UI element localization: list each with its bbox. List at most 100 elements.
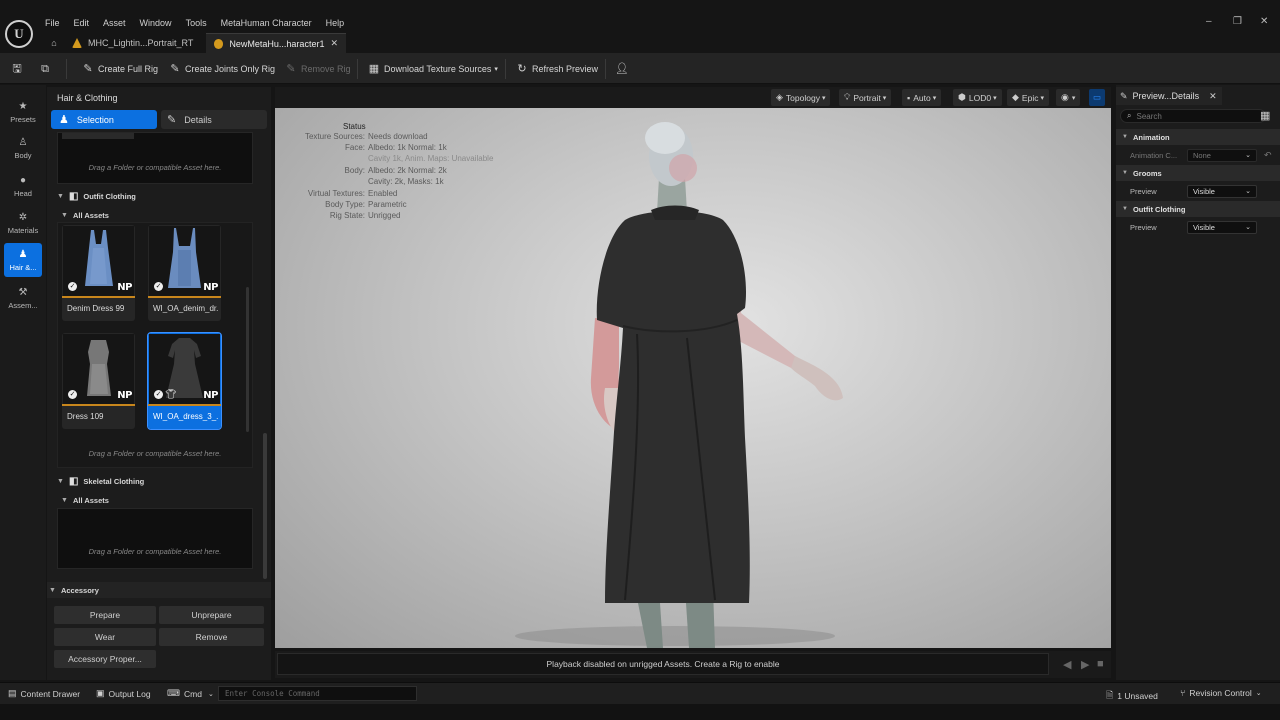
camera-icon: ▪ [907, 92, 911, 103]
sidebar-item-label: Assem... [8, 300, 38, 310]
layout-toggle-icon[interactable]: ▭ [1089, 89, 1105, 106]
output-log-button[interactable]: ▣ Output Log [96, 688, 151, 699]
details-search-input[interactable]: ⌕ Search [1120, 109, 1266, 123]
portrait-dropdown[interactable]: 💡︎ Portrait ▾ [839, 89, 892, 106]
unsaved-file-icon: 🗎︎ [1106, 690, 1114, 700]
asset-tile[interactable]: ✓ NP WI_OA_denim_dr... [148, 225, 221, 321]
3d-viewport[interactable]: Status Texture Sources: Needs download Fa… [275, 108, 1111, 648]
clothing-icon: ◧ [68, 475, 79, 487]
download-texture-sources-button[interactable]: ▦ Download Texture Sources ▾ [368, 60, 498, 77]
asset-tile[interactable]: ✓ NP Denim Dress 99 [62, 225, 135, 321]
details-tab[interactable]: ✎ Details [161, 110, 267, 129]
lod-dropdown[interactable]: ⬢ LOD0 ▾ [953, 89, 1002, 106]
sidebar-item-body[interactable]: ♙ Body [4, 131, 42, 165]
button-label: Revision Control [1189, 688, 1252, 698]
console-command-input[interactable]: Enter Console Command [218, 686, 417, 701]
menu-asset[interactable]: Asset [103, 18, 126, 28]
body-icon: ♙ [18, 136, 28, 148]
close-window-icon[interactable]: ✕ [1260, 16, 1268, 27]
toolbar-divider [505, 59, 506, 79]
create-joints-only-rig-button[interactable]: ✎ Create Joints Only Rig [169, 60, 275, 77]
cmd-dropdown[interactable]: ⌨ Cmd ⌄ [167, 688, 214, 699]
all-assets-header[interactable]: ▼ All Assets [61, 492, 109, 508]
button-label: Output Log [108, 688, 151, 699]
dropdown-label: Topology [785, 92, 820, 103]
stop-icon[interactable]: ■ [1097, 658, 1104, 670]
play-reverse-icon[interactable]: ◀ [1063, 658, 1071, 671]
animation-category[interactable]: ▼ Animation [1116, 129, 1280, 145]
grooms-preview-row: Preview Visible ⌄ [1116, 182, 1280, 200]
outfit-preview-dropdown[interactable]: Visible ⌄ [1187, 220, 1257, 234]
panel-scrollbar[interactable] [263, 433, 267, 579]
collapse-arrow-icon: ▼ [61, 211, 68, 219]
play-icon[interactable]: ▶ [1081, 658, 1089, 671]
sidebar-item-assembly[interactable]: ⚒ Assem... [4, 281, 42, 315]
remove-rig-button[interactable]: ✎ Remove Rig [285, 60, 350, 77]
remove-rig-icon: ✎ [286, 62, 296, 75]
animation-dropdown[interactable]: None ⌄ [1187, 148, 1257, 162]
collapse-arrow-icon: ▼ [57, 192, 64, 200]
collapse-arrow-icon: ▼ [57, 477, 64, 485]
tab-lighting-portrait[interactable]: MHC_Lightin...Portrait_RT [64, 33, 204, 53]
outfit-clothing-category[interactable]: ▼ Outfit Clothing [1116, 201, 1280, 217]
create-full-rig-button[interactable]: ✎ Create Full Rig [82, 60, 158, 77]
menu-edit[interactable]: Edit [74, 18, 90, 28]
reset-arrow-icon[interactable]: ↶ [1264, 150, 1272, 161]
drop-zone[interactable]: Drag a Folder or compatible Asset here. [57, 132, 253, 184]
unsaved-button[interactable]: 🗎︎ 1 Unsaved [1106, 688, 1158, 704]
asset-label: WI_OA_denim_dr... [153, 304, 219, 313]
skeletal-clothing-header[interactable]: ▼ ◧ Skeletal Clothing [57, 473, 144, 489]
all-assets-header[interactable]: ▼ All Assets [61, 207, 109, 223]
remove-button[interactable]: Remove [159, 628, 264, 646]
content-drawer-button[interactable]: ▤ Content Drawer [8, 688, 80, 699]
menu-window[interactable]: Window [140, 18, 172, 28]
selection-tab[interactable]: ♟ Selection [51, 110, 157, 129]
accessory-header[interactable]: ▼ Accessory [49, 582, 99, 598]
close-tab-icon[interactable]: ✕ [330, 38, 338, 49]
topology-dropdown[interactable]: ◈ Topology ▾ [771, 89, 831, 106]
main-toolbar: 🖫 ⧉ ✎ Create Full Rig ✎ Create Joints On… [0, 53, 1280, 84]
browse-asset-icon[interactable]: ⧉ [39, 60, 55, 77]
asset-tile[interactable]: ✓ NP Dress 109 [62, 333, 135, 429]
panel-title: Hair & Clothing [57, 93, 118, 103]
tab-metahuman-character[interactable]: NewMetaHu...haracter1 ✕ [206, 33, 346, 53]
close-tab-icon[interactable]: ✕ [1209, 91, 1217, 102]
playback-bar: Playback disabled on unrigged Assets. Cr… [275, 651, 1111, 678]
menu-metahuman-character[interactable]: MetaHuman Character [221, 18, 312, 28]
grooms-preview-dropdown[interactable]: Visible ⌄ [1187, 184, 1257, 198]
menu-file[interactable]: File [45, 18, 60, 28]
visibility-dropdown[interactable]: ◉ ▾ [1056, 89, 1081, 106]
restore-icon[interactable]: ❐ [1233, 16, 1242, 27]
refresh-preview-button[interactable]: ↻ Refresh Preview [516, 60, 598, 77]
grooms-category[interactable]: ▼ Grooms [1116, 165, 1280, 181]
accessory-properties-button[interactable]: Accessory Proper... [54, 650, 156, 668]
menu-tools[interactable]: Tools [186, 18, 207, 28]
grid-view-icon[interactable]: ▦ [1260, 109, 1270, 122]
drop-hint: Drag a Folder or compatible Asset here. [88, 547, 222, 556]
prepare-button[interactable]: Prepare [54, 606, 156, 624]
dropdown-value: Visible [1193, 222, 1215, 232]
skeletal-drop-zone[interactable]: Drag a Folder or compatible Asset here. [57, 508, 253, 569]
section-title: Skeletal Clothing [83, 476, 145, 486]
revision-control-button[interactable]: ⑂ Revision Control ⌄ [1180, 688, 1262, 698]
unreal-logo-icon[interactable]: U [5, 20, 33, 48]
grid-scrollbar[interactable] [246, 287, 249, 432]
sidebar-item-hair-clothing[interactable]: ♟ Hair &... [4, 243, 42, 277]
quality-dropdown[interactable]: ◆ Epic ▾ [1007, 89, 1049, 106]
outfit-clothing-header[interactable]: ▼ ◧ Outfit Clothing [57, 188, 136, 204]
home-tab[interactable]: ⌂ [44, 33, 64, 53]
user-icon[interactable]: 👤︎ [615, 60, 631, 77]
asset-tile-selected[interactable]: ✓ 👕︎ NP WI_OA_dress_3_... [147, 332, 222, 430]
save-icon[interactable]: 🖫 [11, 60, 27, 77]
minimize-icon[interactable]: – [1206, 16, 1212, 27]
auto-dropdown[interactable]: ▪ Auto ▾ [902, 89, 942, 106]
sidebar-item-presets[interactable]: ★ Presets [4, 95, 42, 129]
search-icon: ⌕ [1127, 111, 1132, 120]
menu-help[interactable]: Help [326, 18, 345, 28]
unprepare-button[interactable]: Unprepare [159, 606, 264, 624]
details-panel-tab[interactable]: ✎ Preview...Details ✕ [1116, 87, 1222, 105]
sidebar-item-materials[interactable]: ✲ Materials [4, 206, 42, 240]
sidebar-item-head[interactable]: ● Head [4, 169, 42, 203]
wear-button[interactable]: Wear [54, 628, 156, 646]
dropdown-arrow-icon: ▾ [494, 65, 498, 73]
